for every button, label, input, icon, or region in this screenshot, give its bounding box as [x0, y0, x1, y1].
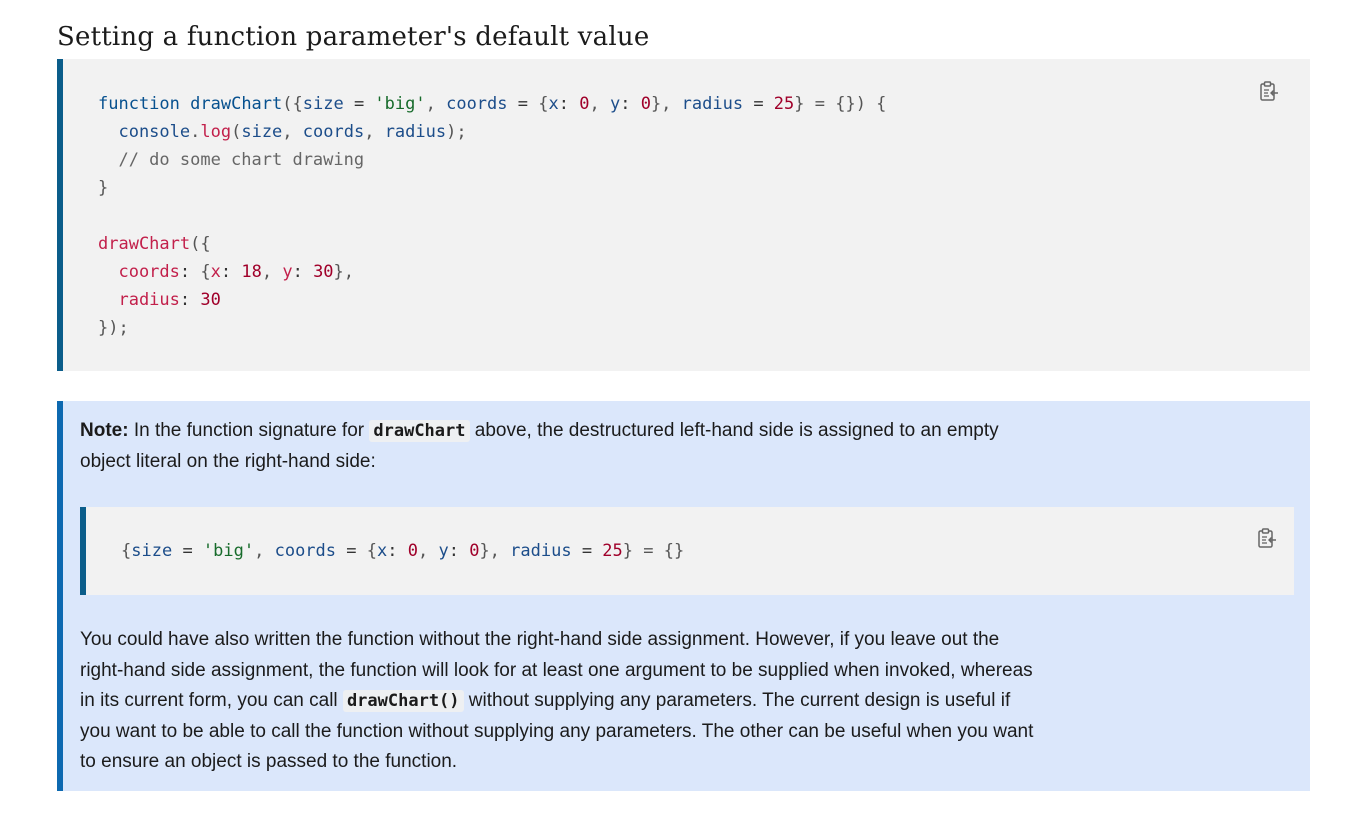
code-token: },: [333, 262, 355, 282]
code-token: log: [200, 122, 232, 142]
code-listing: function drawChart({size = 'big', coords…: [98, 90, 886, 342]
code-token: :: [220, 262, 242, 282]
code-line: radius: 30: [98, 286, 886, 314]
code-token: } = {}: [622, 541, 685, 561]
code-line: {size = 'big', coords = {x: 0, y: 0}, ra…: [121, 537, 684, 565]
code-token: radius: [681, 94, 744, 114]
code-token: {: [366, 541, 377, 561]
note-callout: Note: In the function signature for draw…: [57, 401, 1310, 791]
code-token: ,: [417, 541, 439, 561]
code-line: });: [98, 314, 886, 342]
code-token: (: [231, 122, 242, 142]
code-line: console.log(size, coords, radius);: [98, 118, 886, 146]
code-token: 0: [579, 94, 590, 114]
code-token: :: [179, 290, 201, 310]
note-label: Note:: [80, 420, 129, 441]
code-token: :: [387, 541, 408, 561]
code-token: coords: [98, 262, 180, 282]
code-token: ,: [282, 122, 303, 142]
code-token: x: [548, 94, 559, 114]
code-token: {: [121, 541, 132, 561]
code-token: },: [650, 94, 682, 114]
code-token: }: [98, 178, 109, 198]
code-token: },: [479, 541, 511, 561]
code-token: 'big': [374, 94, 426, 114]
code-token: function: [98, 94, 180, 114]
copy-code-button[interactable]: [1258, 80, 1280, 102]
note-text: In the function signature for: [128, 420, 370, 441]
code-token: coords: [446, 94, 508, 114]
code-token: 0: [640, 94, 651, 114]
code-token: x: [376, 541, 388, 561]
code-token: :: [620, 94, 641, 114]
code-block: function drawChart({size = 'big', coords…: [57, 59, 1310, 371]
code-token: drawChart: [190, 94, 283, 114]
code-token: size: [302, 94, 344, 114]
code-token: ({: [282, 94, 303, 114]
code-token: ,: [425, 94, 447, 114]
code-token: {: [200, 262, 211, 282]
code-token: =: [336, 541, 367, 561]
code-token: :: [558, 94, 580, 114]
inline-code-drawchart: drawChart: [369, 420, 470, 442]
code-token: 25: [773, 94, 795, 114]
code-token: 25: [602, 541, 623, 561]
code-token: 0: [407, 541, 418, 561]
note-paragraph-2: You could have also written the function…: [80, 625, 1040, 778]
code-token: =: [172, 541, 203, 561]
code-token: .: [190, 122, 201, 142]
code-token: ({: [190, 234, 211, 254]
code-token: 18: [241, 262, 262, 282]
code-token: =: [571, 541, 603, 561]
code-token: =: [507, 94, 539, 114]
code-token: } = {}) {: [794, 94, 887, 114]
code-token: 30: [200, 290, 221, 310]
code-line: }: [98, 174, 886, 202]
code-token: y: [282, 262, 293, 282]
code-token: y: [609, 94, 621, 114]
code-token: 'big': [202, 541, 255, 561]
note-code-listing: {size = 'big', coords = {x: 0, y: 0}, ra…: [121, 537, 684, 565]
code-token: radius: [510, 541, 572, 561]
copy-code-button[interactable]: [1256, 527, 1278, 549]
code-line: coords: {x: 18, y: 30},: [98, 258, 886, 286]
code-token: );: [446, 122, 467, 142]
code-token: {: [538, 94, 549, 114]
code-line: drawChart({: [98, 230, 886, 258]
code-token: 0: [469, 541, 480, 561]
code-token: radius: [98, 290, 180, 310]
note-code-block: {size = 'big', coords = {x: 0, y: 0}, ra…: [80, 507, 1294, 595]
code-token: =: [743, 94, 774, 114]
code-token: ,: [364, 122, 385, 142]
code-token: y: [438, 541, 449, 561]
clipboard-copy-icon: [1260, 81, 1278, 101]
code-token: size: [241, 122, 283, 142]
inline-code-drawchart-call: drawChart(): [342, 690, 464, 712]
code-token: size: [131, 541, 173, 561]
page-heading: Setting a function parameter's default v…: [57, 22, 650, 52]
code-token: // do some chart drawing: [98, 150, 365, 170]
code-token: 30: [313, 262, 334, 282]
code-line: function drawChart({size = 'big', coords…: [98, 90, 886, 118]
code-token: radius: [384, 122, 447, 142]
code-line: // do some chart drawing: [98, 146, 886, 174]
note-paragraph-1: Note: In the function signature for draw…: [80, 416, 1040, 477]
code-token: :: [179, 262, 201, 282]
code-token: drawChart: [98, 234, 191, 254]
code-token: ,: [254, 541, 275, 561]
clipboard-copy-icon: [1258, 528, 1276, 548]
code-token: :: [448, 541, 470, 561]
code-token: console: [98, 122, 191, 142]
code-token: });: [98, 318, 129, 338]
code-token: :: [292, 262, 314, 282]
code-token: coords: [302, 122, 365, 142]
code-token: x: [210, 262, 221, 282]
code-token: =: [343, 94, 375, 114]
code-token: ,: [589, 94, 610, 114]
code-token: coords: [274, 541, 337, 561]
code-token: ,: [261, 262, 283, 282]
